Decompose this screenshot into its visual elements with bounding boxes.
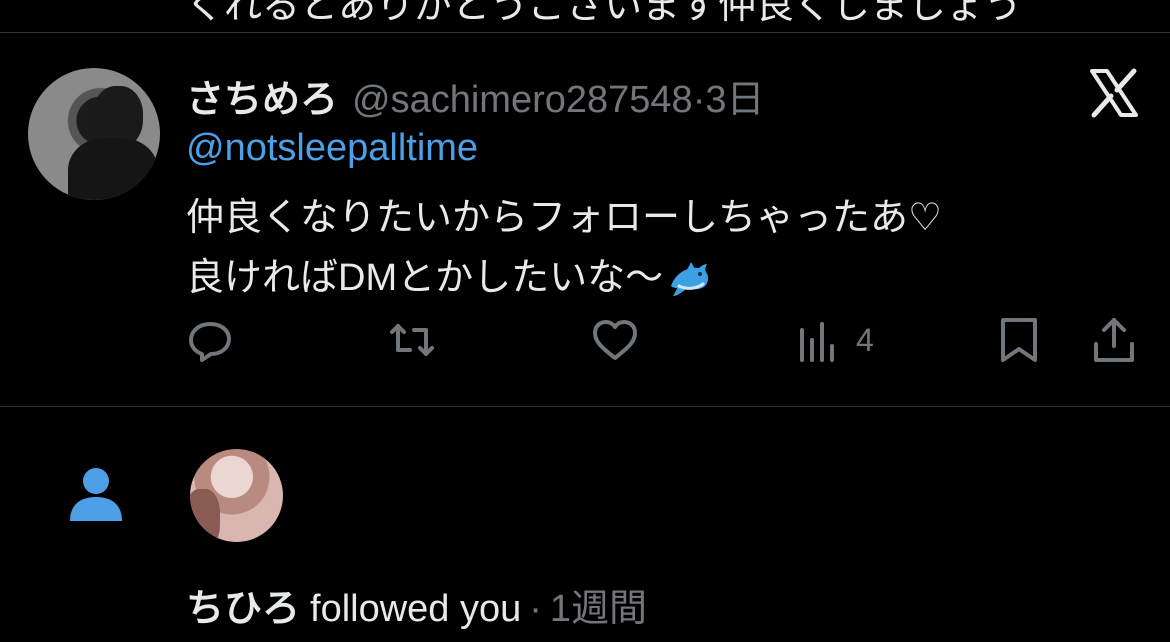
x-logo-icon [1090, 68, 1138, 118]
follower-name[interactable]: ちひろ [186, 588, 300, 630]
follow-time: 1週間 [549, 588, 648, 630]
tweet-actions: 4 [0, 313, 1170, 373]
tweet[interactable]: さちめろ @sachimero287548·3日 @notsleepalltime… [0, 33, 1170, 406]
tweet-text-line-2: 良ければDMとかしたいな〜 [186, 246, 713, 304]
repost-icon [390, 324, 434, 356]
tweet-time: 3日 [705, 79, 765, 121]
follow-separator: · [529, 588, 542, 630]
user-handle[interactable]: @sachimero287548·3日 [352, 79, 764, 121]
dolphin-emoji-icon [671, 261, 709, 296]
follower-avatar[interactable] [190, 449, 283, 542]
person-icon [70, 468, 122, 521]
like-icon [593, 320, 637, 360]
views-button[interactable]: 4 [796, 313, 874, 367]
previous-item-text: くれるとありがとうございます仲良くしましょう [186, 0, 1023, 27]
bookmark-button[interactable] [995, 313, 1043, 367]
mention-link[interactable]: @notsleepalltime [186, 127, 478, 170]
views-icon [800, 322, 834, 362]
like-button[interactable] [591, 313, 639, 367]
views-count: 4 [856, 321, 874, 358]
previous-item-clipped: くれるとありがとうございます仲良くしましょう [0, 0, 1170, 32]
share-icon [1094, 318, 1134, 362]
reply-button[interactable] [186, 313, 234, 367]
share-button[interactable] [1090, 313, 1138, 367]
avatar[interactable] [28, 68, 160, 200]
repost-button[interactable] [388, 313, 436, 367]
display-name[interactable]: さちめろ [186, 79, 338, 121]
tweet-header: さちめろ @sachimero287548·3日 [186, 68, 764, 123]
reply-icon [189, 322, 231, 362]
follow-notification[interactable]: ちひろ followed you · 1週間 [0, 407, 1170, 642]
tweet-text-line-1: 仲良くなりたいからフォローしちゃったあ♡ [186, 197, 943, 239]
follow-notification-text: ちひろ followed you · 1週間 [186, 577, 647, 632]
bookmark-icon [1001, 318, 1037, 362]
follow-action-text: followed you [310, 588, 522, 630]
